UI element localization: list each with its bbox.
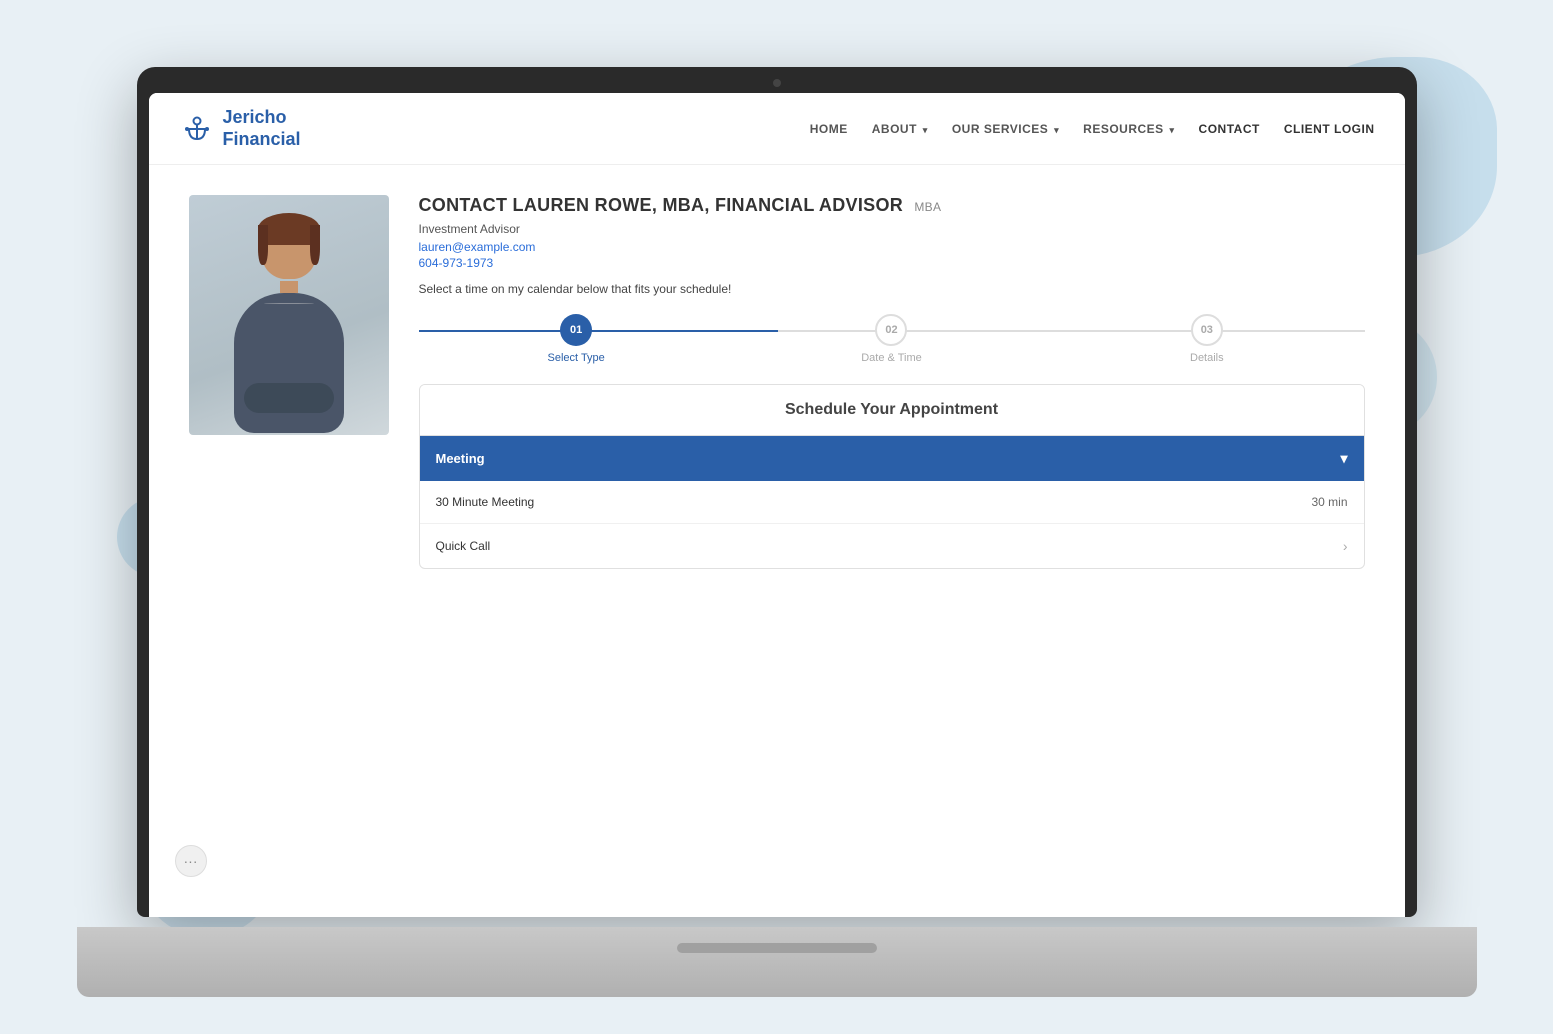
nav-links: HOME ABOUT ▾ OUR SERVICES ▾ [810,121,1375,136]
advisor-phone[interactable]: 604-973-1973 [419,256,1365,270]
meeting-option-30min-label: 30 Minute Meeting [436,495,535,509]
about-dropdown-arrow: ▾ [923,125,928,135]
step-circle-1: 01 [560,314,592,346]
resources-dropdown-arrow: ▾ [1170,125,1175,135]
necklace [264,303,314,304]
main-content: CONTACT LAUREN ROWE, MBA, FINANCIAL ADVI… [149,165,1405,599]
nav-link-contact[interactable]: CONTACT [1199,122,1260,136]
meeting-chevron-icon: ▾ [1340,450,1347,467]
step-label-1: Select Type [548,352,605,364]
meeting-option-30min[interactable]: 30 Minute Meeting 30 min [420,481,1364,524]
meeting-option-30min-duration: 30 min [1311,495,1347,509]
appointment-card: Schedule Your Appointment Meeting ▾ 30 M… [419,384,1365,569]
nav-link-our-services[interactable]: OUR SERVICES ▾ [952,122,1059,136]
logo[interactable]: Jericho Financial [179,107,301,150]
step-label-3: Details [1190,352,1224,364]
body [234,293,344,433]
laptop-camera [773,79,781,87]
hair-left [258,225,268,265]
logo-line2: Financial [223,129,301,151]
nav-item-our-services[interactable]: OUR SERVICES ▾ [952,121,1059,136]
step-label-2: Date & Time [861,352,922,364]
nav-link-home[interactable]: HOME [810,122,848,136]
photo-bg [189,195,389,435]
neck [280,281,298,293]
step-number-3: 03 [1201,324,1213,336]
logo-line1: Jericho [223,107,301,129]
quick-call-arrow-icon: › [1343,538,1348,554]
step-circle-2: 02 [875,314,907,346]
anchor-icon [179,111,215,147]
step-number-1: 01 [570,324,582,336]
hair-right [310,225,320,265]
nav-item-contact[interactable]: CONTACT [1199,121,1260,136]
nav-item-client-login[interactable]: CLIENT LOGIN [1284,121,1375,136]
website: Jericho Financial HOME ABOUT ▾ [149,93,1405,917]
meeting-option-quick-call[interactable]: Quick Call › [420,524,1364,568]
stepper-step-3[interactable]: 03 Details [1049,314,1364,364]
step-circle-3: 03 [1191,314,1223,346]
laptop-base [77,927,1477,997]
meeting-section-label: Meeting [436,451,485,466]
arms [244,383,334,413]
nav-item-about[interactable]: ABOUT ▾ [872,121,928,136]
laptop-screen: Jericho Financial HOME ABOUT ▾ [149,93,1405,917]
schedule-prompt: Select a time on my calendar below that … [419,282,1365,296]
mba-badge: MBA [914,200,941,214]
navigation: Jericho Financial HOME ABOUT ▾ [149,93,1405,165]
stepper: 01 Select Type 02 Date & Time [419,314,1365,364]
nav-item-home[interactable]: HOME [810,121,848,136]
appointment-header: Schedule Your Appointment [420,385,1364,436]
step-number-2: 02 [885,324,897,336]
stepper-step-2[interactable]: 02 Date & Time [734,314,1049,364]
nav-link-about[interactable]: ABOUT ▾ [872,122,928,136]
three-dots-menu[interactable]: ··· [175,845,207,877]
advisor-role: Investment Advisor [419,222,1365,236]
advisor-title: CONTACT LAUREN ROWE, MBA, FINANCIAL ADVI… [419,195,1365,216]
advisor-email[interactable]: lauren@example.com [419,240,1365,254]
meeting-type-dropdown[interactable]: Meeting ▾ [420,436,1364,481]
nav-item-resources[interactable]: RESOURCES ▾ [1083,121,1174,136]
advisor-name-title: CONTACT LAUREN ROWE, MBA, FINANCIAL ADVI… [419,195,904,215]
three-dots-label: ··· [184,853,198,869]
services-dropdown-arrow: ▾ [1054,125,1059,135]
nav-link-resources[interactable]: RESOURCES ▾ [1083,122,1174,136]
logo-text: Jericho Financial [223,107,301,150]
quick-call-label: Quick Call [436,539,491,553]
head-group [258,213,320,281]
nav-link-client-login[interactable]: CLIENT LOGIN [1284,122,1375,136]
profile-photo [189,195,389,435]
stepper-step-1[interactable]: 01 Select Type [419,314,734,364]
laptop-shell: Jericho Financial HOME ABOUT ▾ [137,67,1417,917]
scene: Jericho Financial HOME ABOUT ▾ [77,37,1477,997]
advisor-info: CONTACT LAUREN ROWE, MBA, FINANCIAL ADVI… [419,195,1365,569]
